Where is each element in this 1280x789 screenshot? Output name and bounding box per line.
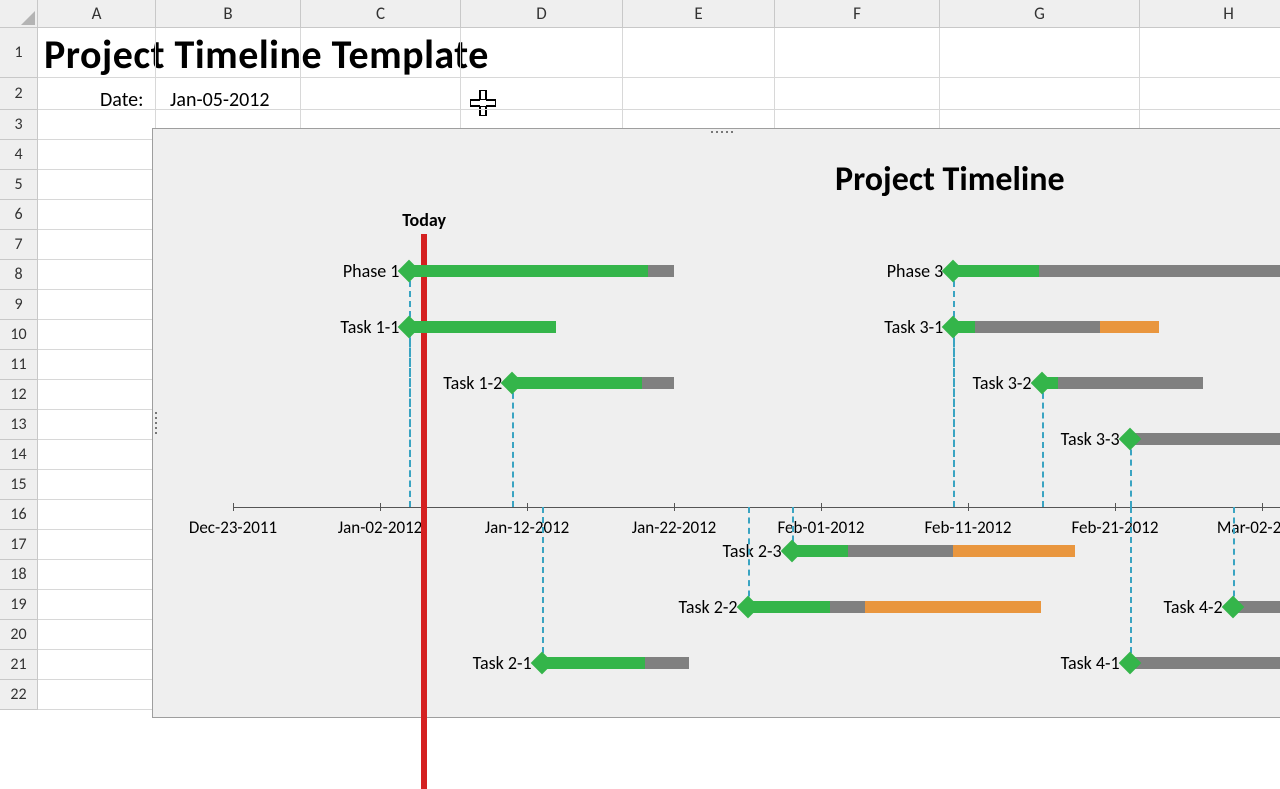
col-header-G[interactable]: G xyxy=(940,0,1140,28)
x-tick-label: Feb-01-2012 xyxy=(777,517,864,538)
task-label: Task 4-1 xyxy=(1061,652,1130,674)
row-header-2[interactable]: 2 xyxy=(0,78,38,110)
today-label: Today xyxy=(402,209,446,231)
select-all-corner[interactable] xyxy=(0,0,38,28)
chart-title: Project Timeline xyxy=(835,159,1065,200)
task-label: Phase 3 xyxy=(887,260,954,282)
task-bar xyxy=(1130,433,1280,445)
column-header-row: ABCDEFGH xyxy=(0,0,1280,28)
row-header-11[interactable]: 11 xyxy=(0,350,38,380)
row-header-20[interactable]: 20 xyxy=(0,620,38,650)
row-header-col: 12345678910111213141516171819202122 xyxy=(0,28,38,710)
task-bar-overrun xyxy=(1100,321,1159,333)
row-header-9[interactable]: 9 xyxy=(0,290,38,320)
x-tick-label: Jan-12-2012 xyxy=(485,517,570,538)
task-bar xyxy=(1042,377,1204,389)
row-header-8[interactable]: 8 xyxy=(0,260,38,290)
today-marker-line xyxy=(421,234,427,789)
row-header-19[interactable]: 19 xyxy=(0,590,38,620)
x-tick-label: Mar-02-2012 xyxy=(1217,517,1280,538)
row-header-16[interactable]: 16 xyxy=(0,500,38,530)
row-header-21[interactable]: 21 xyxy=(0,650,38,680)
x-tick-label: Jan-02-2012 xyxy=(338,517,423,538)
task-bar-progress xyxy=(953,265,1038,277)
row-header-3[interactable]: 3 xyxy=(0,110,38,140)
col-header-C[interactable]: C xyxy=(301,0,461,28)
chart-plot-area: Dec-23-2011 Jan-02-2012 Jan-12-2012 Jan-22-… xyxy=(153,199,1280,717)
row-header-7[interactable]: 7 xyxy=(0,230,38,260)
row-header-12[interactable]: 12 xyxy=(0,380,38,410)
col-header-D[interactable]: D xyxy=(461,0,623,28)
row-header-4[interactable]: 4 xyxy=(0,140,38,170)
row-header-1[interactable]: 1 xyxy=(0,28,38,78)
row-header-6[interactable]: 6 xyxy=(0,200,38,230)
row-header-13[interactable]: 13 xyxy=(0,410,38,440)
task-label: Task 3-1 xyxy=(884,316,953,338)
task-label: Task 2-2 xyxy=(678,596,747,618)
row-header-17[interactable]: 17 xyxy=(0,530,38,560)
task-bar-progress xyxy=(748,601,830,613)
col-header-F[interactable]: F xyxy=(775,0,940,28)
row-header-5[interactable]: 5 xyxy=(0,170,38,200)
task-bar-progress xyxy=(512,377,641,389)
task-label: Task 3-3 xyxy=(1061,428,1130,450)
task-bar-progress xyxy=(409,265,647,277)
task-label: Task 2-1 xyxy=(473,652,542,674)
row-header-22[interactable]: 22 xyxy=(0,680,38,710)
cell-cursor-icon xyxy=(470,90,496,116)
col-header-B[interactable]: B xyxy=(156,0,301,28)
col-header-E[interactable]: E xyxy=(623,0,775,28)
chart-resize-handle-top[interactable] xyxy=(692,129,752,135)
row-header-14[interactable]: 14 xyxy=(0,440,38,470)
x-tick-label: Feb-21-2012 xyxy=(1071,517,1158,538)
task-bar-overrun xyxy=(865,601,1041,613)
task-bar xyxy=(1130,657,1280,669)
col-header-H[interactable]: H xyxy=(1140,0,1280,28)
task-bar xyxy=(953,321,1100,333)
x-tick-label: Feb-11-2012 xyxy=(924,517,1011,538)
x-axis xyxy=(233,507,1280,508)
row-header-15[interactable]: 15 xyxy=(0,470,38,500)
task-label: Task 2-3 xyxy=(723,540,792,562)
task-bar-progress xyxy=(542,657,645,669)
col-header-A[interactable]: A xyxy=(38,0,156,28)
page-title: Project Timeline Template xyxy=(44,30,489,79)
x-tick-label: Dec-23-2011 xyxy=(189,517,277,538)
task-label: Task 3-2 xyxy=(972,372,1041,394)
task-label: Task 1-1 xyxy=(340,316,409,338)
row-header-10[interactable]: 10 xyxy=(0,320,38,350)
row-header-18[interactable]: 18 xyxy=(0,560,38,590)
task-label: Task 4-2 xyxy=(1164,596,1233,618)
task-bar-progress xyxy=(409,321,556,333)
x-tick-label: Jan-22-2012 xyxy=(632,517,717,538)
task-label: Phase 1 xyxy=(343,260,410,282)
task-label: Task 1-2 xyxy=(443,372,512,394)
task-bar-overrun xyxy=(953,545,1074,557)
chart-object[interactable]: Project Timeline Dec-23-2011 Jan-02-2012 J… xyxy=(152,128,1280,718)
